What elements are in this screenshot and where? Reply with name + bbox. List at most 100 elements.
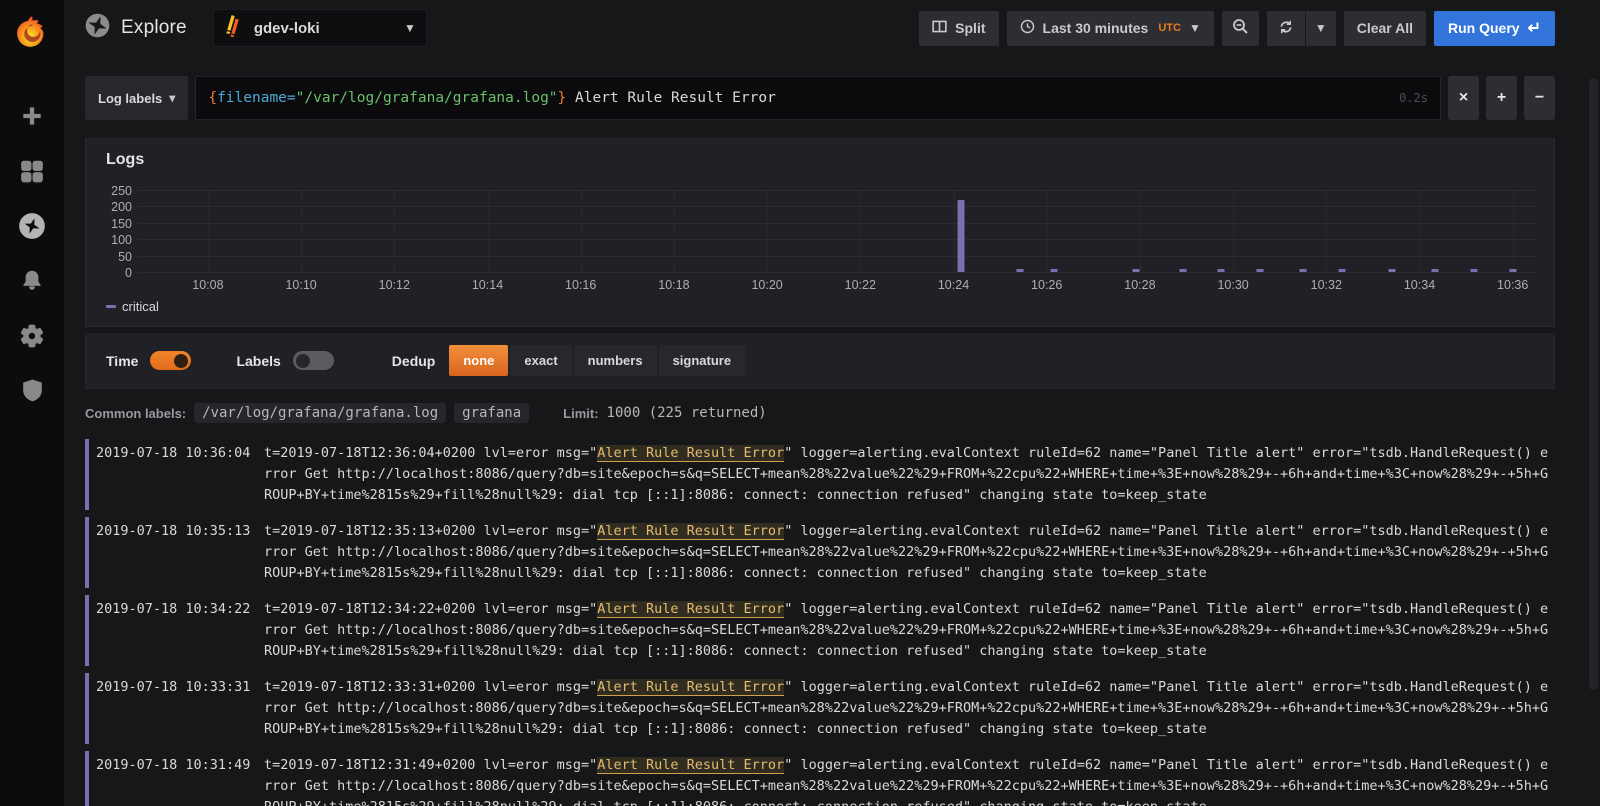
x-tick-label: 10:24 <box>938 278 969 292</box>
dedup-option-none[interactable]: none <box>449 345 508 376</box>
chart-bar[interactable] <box>958 200 965 272</box>
chevron-down-icon: ▼ <box>404 22 416 34</box>
chart-bar[interactable] <box>1300 269 1307 272</box>
page-title: Explore <box>121 17 187 39</box>
chart-bar[interactable] <box>1016 269 1023 272</box>
x-tick-label: 10:32 <box>1311 278 1342 292</box>
labels-toggle[interactable] <box>293 351 334 370</box>
chart-bar[interactable] <box>1389 269 1396 272</box>
refresh-button[interactable] <box>1267 11 1305 46</box>
time-range-picker[interactable]: Last 30 minutes UTC ▼ <box>1007 11 1214 46</box>
log-rows-list: 2019-07-18 10:36:04t=2019-07-18T12:36:04… <box>85 439 1555 806</box>
log-labels-dropdown[interactable]: Log labels ▾ <box>85 76 188 120</box>
log-message: t=2019-07-18T12:34:22+0200 lvl=eror msg=… <box>264 599 1555 662</box>
sidebar-item-alerting-bell[interactable] <box>18 269 46 297</box>
time-toggle-label: Time <box>106 353 138 369</box>
y-tick-label: 200 <box>111 200 132 214</box>
page-scrollbar[interactable] <box>1589 78 1598 690</box>
timezone-label: UTC <box>1158 22 1181 34</box>
y-tick-label: 50 <box>118 250 132 264</box>
log-row[interactable]: 2019-07-18 10:36:04t=2019-07-18T12:36:04… <box>85 439 1555 510</box>
chart-gridline-v <box>301 191 302 273</box>
log-timestamp: 2019-07-18 10:35:13 <box>96 521 264 584</box>
x-tick-label: 10:10 <box>285 278 316 292</box>
log-row[interactable]: 2019-07-18 10:33:31t=2019-07-18T12:33:31… <box>85 673 1555 744</box>
sidebar-item-explore-compass[interactable] <box>18 214 46 242</box>
chart-bar[interactable] <box>1432 269 1439 272</box>
query-brace-close: } <box>558 90 567 106</box>
x-tick-label: 10:36 <box>1497 278 1528 292</box>
log-row[interactable]: 2019-07-18 10:35:13t=2019-07-18T12:35:13… <box>85 517 1555 588</box>
chart-legend: critical <box>98 297 1536 320</box>
legend-swatch <box>106 305 116 308</box>
chart-bar[interactable] <box>1470 269 1477 272</box>
clear-all-button[interactable]: Clear All <box>1344 11 1426 46</box>
datasource-picker[interactable]: gdev-loki ▼ <box>213 9 427 47</box>
common-labels-label: Common labels: <box>85 406 186 421</box>
add-query-button[interactable]: + <box>1486 76 1517 120</box>
sidebar-item-settings-gear[interactable] <box>18 324 46 352</box>
chart-gridline-v <box>674 191 675 273</box>
chart-plot[interactable] <box>138 191 1536 273</box>
chart-gridline-v <box>1233 191 1234 273</box>
x-tick-label: 10:08 <box>192 278 223 292</box>
chart-bar[interactable] <box>1257 269 1264 272</box>
chart-bar[interactable] <box>1509 269 1516 272</box>
time-toggle[interactable] <box>150 351 191 370</box>
remove-query-button[interactable]: × <box>1448 76 1479 120</box>
common-label-chip[interactable]: grafana <box>454 403 529 423</box>
chevron-down-icon: ▼ <box>1315 22 1327 34</box>
zoom-out-button[interactable] <box>1222 11 1259 46</box>
shield-icon <box>20 378 45 409</box>
x-tick-label: 10:28 <box>1124 278 1155 292</box>
query-elapsed-time: 0.2s <box>1399 91 1428 105</box>
sidebar-item-plus[interactable] <box>18 104 46 132</box>
chart-gridline-v <box>954 191 955 273</box>
log-highlight: Alert Rule Result Error <box>597 601 784 618</box>
log-highlight: Alert Rule Result Error <box>597 445 784 462</box>
log-message: t=2019-07-18T12:36:04+0200 lvl=eror msg=… <box>264 443 1555 506</box>
chart-bar[interactable] <box>1218 269 1225 272</box>
log-message: t=2019-07-18T12:35:13+0200 lvl=eror msg=… <box>264 521 1555 584</box>
refresh-interval-dropdown[interactable]: ▼ <box>1305 11 1336 46</box>
dedup-option-numbers[interactable]: numbers <box>574 345 657 376</box>
chart-gridline-v <box>394 191 395 273</box>
chart-bar[interactable] <box>1133 269 1140 272</box>
split-button[interactable]: Split <box>919 11 998 46</box>
log-timestamp: 2019-07-18 10:33:31 <box>96 677 264 740</box>
log-row[interactable]: 2019-07-18 10:34:22t=2019-07-18T12:34:22… <box>85 595 1555 666</box>
chart-bar[interactable] <box>1051 269 1058 272</box>
chart-x-axis: 10:0810:1010:1210:1410:1610:1810:2010:22… <box>138 273 1536 297</box>
sidebar-item-shield[interactable] <box>18 379 46 407</box>
log-highlight: Alert Rule Result Error <box>597 523 784 540</box>
dashboards-icon <box>19 158 45 189</box>
sidebar-item-dashboards[interactable] <box>18 159 46 187</box>
limit-label: Limit: <box>563 406 598 421</box>
dedup-option-signature[interactable]: signature <box>659 345 746 376</box>
dedup-option-exact[interactable]: exact <box>510 345 571 376</box>
logs-meta-row: Common labels: /var/log/grafana/grafana.… <box>85 403 1555 423</box>
x-tick-label: 10:20 <box>751 278 782 292</box>
alerting-bell-icon <box>19 268 45 299</box>
clock-icon <box>1020 19 1035 37</box>
collapse-query-button[interactable]: − <box>1524 76 1555 120</box>
chart-gridline-v <box>208 191 209 273</box>
query-label-key: filename <box>217 90 287 106</box>
dedup-button-group: noneexactnumberssignature <box>449 345 745 376</box>
grafana-logo-icon[interactable] <box>0 0 64 64</box>
query-input[interactable]: {filename="/var/log/grafana/grafana.log"… <box>195 76 1441 120</box>
sidebar <box>0 0 64 806</box>
chart-gridline-v <box>581 191 582 273</box>
limit-value: 1000 (225 returned) <box>607 405 767 421</box>
legend-label[interactable]: critical <box>122 299 159 314</box>
x-tick-label: 10:14 <box>472 278 503 292</box>
chart-bar[interactable] <box>1179 269 1186 272</box>
run-query-button[interactable]: Run Query ↵ <box>1434 11 1555 46</box>
common-label-chip[interactable]: /var/log/grafana/grafana.log <box>194 403 446 423</box>
main-area: Explore gdev-loki ▼ <box>64 0 1600 806</box>
panel-title: Logs <box>98 151 1536 169</box>
log-row[interactable]: 2019-07-18 10:31:49t=2019-07-18T12:31:49… <box>85 751 1555 806</box>
chevron-down-icon: ▼ <box>1189 22 1201 34</box>
chart-bar[interactable] <box>1338 269 1345 272</box>
chevron-down-icon: ▾ <box>169 92 175 104</box>
